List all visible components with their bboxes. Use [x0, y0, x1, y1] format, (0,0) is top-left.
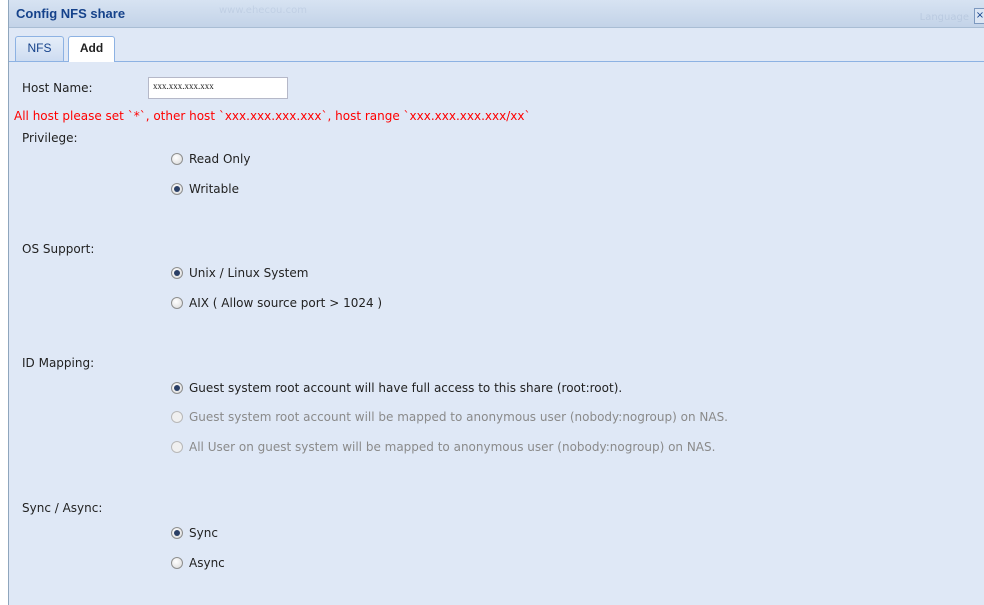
tab-add[interactable]: Add [68, 36, 115, 62]
radio-selected-icon [171, 527, 183, 539]
option-label: Unix / Linux System [189, 266, 309, 280]
option-label: Guest system root account will be mapped… [189, 410, 728, 424]
radio-icon [171, 441, 183, 453]
window-titlebar: Config NFS share www.ehecou.com Language… [9, 0, 984, 28]
option-label: Sync [189, 526, 218, 540]
radio-selected-icon [171, 183, 183, 195]
window-title: Config NFS share [16, 6, 126, 21]
privilege-label: Privilege: [22, 131, 78, 145]
language-watermark: Language [919, 12, 969, 23]
option-label: Writable [189, 182, 239, 196]
radio-icon [171, 297, 183, 309]
host-name-label: Host Name: [22, 81, 93, 95]
os-support-label: OS Support: [22, 242, 95, 256]
radio-icon [171, 557, 183, 569]
option-label: Async [189, 556, 225, 570]
watermark-text: www.ehecou.com [219, 5, 307, 16]
radio-selected-icon [171, 382, 183, 394]
host-name-input[interactable]: xxx.xxx.xxx.xxx [148, 77, 288, 99]
option-label: All User on guest system will be mapped … [189, 440, 716, 454]
tab-nfs[interactable]: NFS [15, 36, 64, 61]
host-hint-text: All host please set `*`, other host `xxx… [14, 109, 531, 123]
radio-selected-icon [171, 267, 183, 279]
id-mapping-label: ID Mapping: [22, 356, 95, 370]
option-label: AIX ( Allow source port > 1024 ) [189, 296, 383, 310]
radio-icon [171, 411, 183, 423]
sync-async-label: Sync / Async: [22, 501, 103, 515]
config-nfs-window: Config NFS share www.ehecou.com Language… [8, 0, 984, 605]
tab-strip: NFS Add [9, 33, 984, 62]
close-icon[interactable]: × [974, 8, 984, 24]
add-form-panel: Host Name: xxx.xxx.xxx.xxx All host plea… [9, 62, 984, 605]
option-label: Guest system root account will have full… [189, 381, 623, 395]
option-label: Read Only [189, 152, 251, 166]
radio-icon [171, 153, 183, 165]
